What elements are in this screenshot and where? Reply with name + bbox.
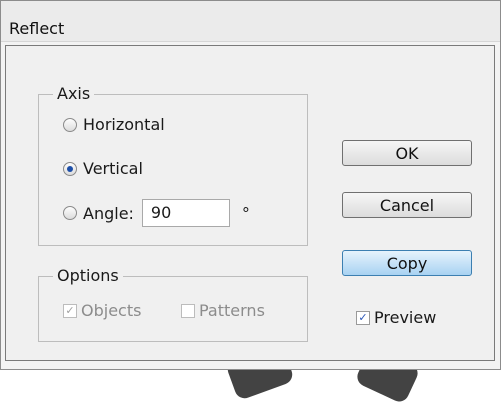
angle-input[interactable]: 90 — [141, 199, 230, 227]
empty-checkbox-icon[interactable] — [181, 303, 195, 318]
radio-button-icon[interactable] — [63, 117, 77, 132]
copy-button[interactable]: Copy — [342, 250, 472, 276]
radio-label-vertical: Vertical — [83, 159, 143, 178]
radio-horizontal[interactable]: Horizontal — [63, 115, 165, 134]
radio-label-horizontal: Horizontal — [83, 115, 165, 134]
radio-button-icon[interactable] — [63, 206, 77, 220]
ok-button[interactable]: OK — [342, 140, 472, 166]
axis-legend: Axis — [53, 84, 95, 103]
checkmark-icon[interactable]: ✓ — [356, 310, 370, 325]
radio-angle[interactable]: Angle: 90 ° — [63, 199, 250, 227]
preview-checkbox[interactable]: ✓ Preview — [356, 308, 436, 327]
patterns-checkbox[interactable]: Patterns — [181, 301, 265, 320]
radio-label-angle: Angle: — [83, 203, 134, 223]
options-legend: Options — [53, 266, 123, 285]
degree-symbol: ° — [241, 203, 250, 223]
objects-label: Objects — [81, 301, 142, 320]
radio-button-selected-icon[interactable] — [63, 161, 77, 176]
checkmark-icon[interactable]: ✓ — [63, 303, 77, 318]
objects-checkbox[interactable]: ✓ Objects — [63, 301, 141, 320]
radio-vertical[interactable]: Vertical — [63, 159, 143, 178]
reflect-dialog: Reflect Axis Horizontal Vertical Angle: … — [0, 0, 501, 370]
patterns-label: Patterns — [199, 301, 265, 320]
dialog-title: Reflect — [9, 19, 65, 38]
cancel-button[interactable]: Cancel — [342, 192, 472, 218]
preview-label: Preview — [374, 308, 437, 327]
axis-group: Axis Horizontal Vertical Angle: 90 ° — [38, 84, 308, 246]
title-bar[interactable]: Reflect — [1, 1, 500, 42]
dialog-content: Axis Horizontal Vertical Angle: 90 ° Opt… — [5, 45, 495, 361]
options-group: Options ✓ Objects Patterns — [38, 266, 308, 342]
